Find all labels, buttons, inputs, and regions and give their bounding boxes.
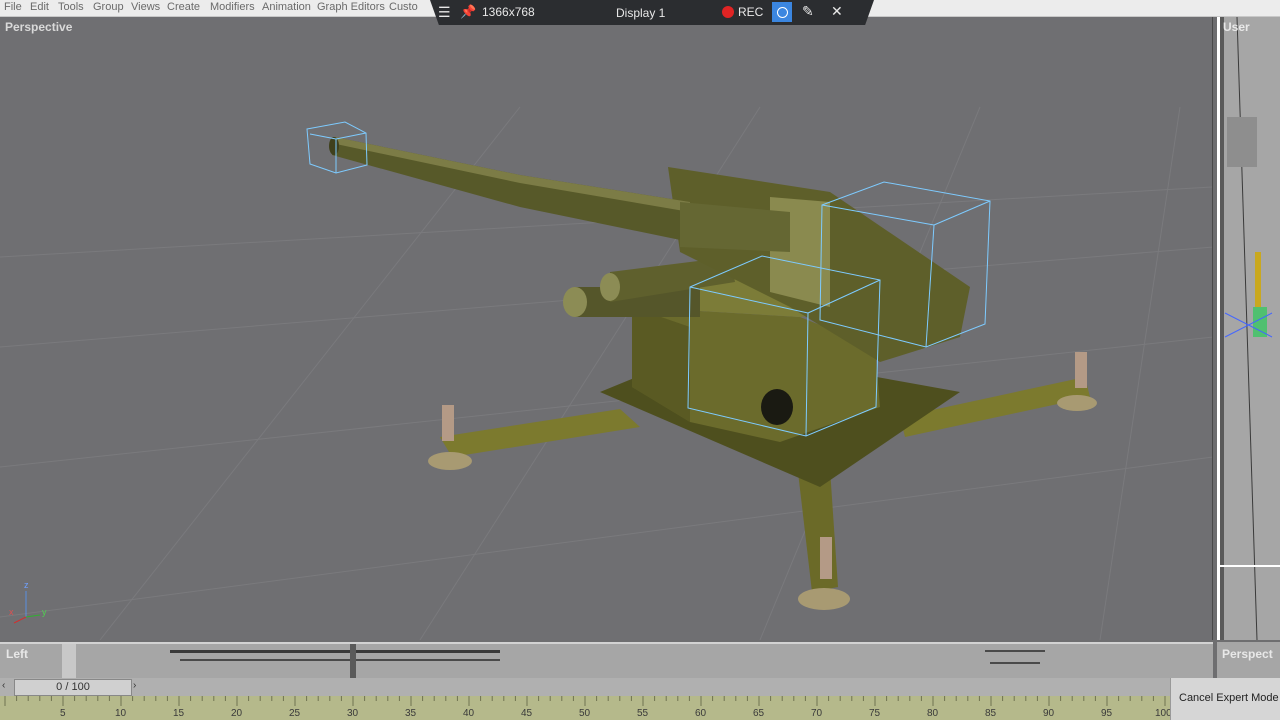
viewport-label-user[interactable]: User bbox=[1223, 20, 1250, 34]
tick-label: 55 bbox=[637, 708, 649, 719]
time-slider-thumb[interactable]: 0 / 100 bbox=[14, 679, 132, 696]
foot-right bbox=[1057, 395, 1097, 411]
tick-label: 40 bbox=[463, 708, 475, 719]
menu-customize[interactable]: Custo bbox=[389, 1, 418, 13]
gun-model bbox=[329, 137, 1097, 610]
axis-x-label: x bbox=[9, 607, 14, 617]
tick-label: 70 bbox=[811, 708, 823, 719]
tick-label: 65 bbox=[753, 708, 765, 719]
tick-label: 75 bbox=[869, 708, 881, 719]
pin-icon[interactable]: 📌 bbox=[460, 4, 476, 20]
muzzle bbox=[329, 137, 339, 155]
timeline-ruler[interactable]: 5 10 15 20 25 30 35 40 45 50 55 60 65 70… bbox=[0, 696, 1170, 720]
tick-label: 35 bbox=[405, 708, 417, 719]
perspective-viewport[interactable]: Perspective z x y bbox=[0, 17, 1213, 640]
viewport-label-perspective-small[interactable]: Perspect bbox=[1222, 647, 1273, 661]
tick-label: 20 bbox=[231, 708, 243, 719]
user-viewport[interactable]: User bbox=[1217, 17, 1280, 640]
record-button[interactable]: REC bbox=[738, 5, 763, 19]
tick-label: 50 bbox=[579, 708, 591, 719]
menu-tools[interactable]: Tools bbox=[58, 1, 84, 13]
hamburger-menu-icon[interactable]: ☰ bbox=[438, 4, 451, 21]
axis-z-label: z bbox=[24, 580, 29, 590]
tick-label: 60 bbox=[695, 708, 707, 719]
next-frame-icon[interactable]: › bbox=[133, 680, 143, 694]
axis-y-label: y bbox=[42, 607, 47, 617]
menu-edit[interactable]: Edit bbox=[30, 1, 49, 13]
menu-group[interactable]: Group bbox=[93, 1, 124, 13]
camera-toggle-icon[interactable] bbox=[772, 2, 792, 22]
pen-icon[interactable]: ✎ bbox=[802, 3, 814, 20]
cancel-expert-mode-label: Cancel Expert Mode bbox=[1179, 692, 1279, 704]
foot-right-post bbox=[1075, 352, 1087, 388]
user-viewport-scene bbox=[1217, 17, 1280, 640]
tick-label: 10 bbox=[115, 708, 127, 719]
time-slider-bar: ‹ 0 / 100 › bbox=[0, 678, 1170, 696]
foot-front-post bbox=[820, 537, 832, 579]
grid-lines bbox=[0, 106, 1212, 640]
record-dot-icon bbox=[722, 6, 734, 18]
viewport-label-perspective[interactable]: Perspective bbox=[5, 20, 72, 34]
axis-gizmo bbox=[13, 591, 41, 624]
tick-label: 30 bbox=[347, 708, 359, 719]
menu-animation[interactable]: Animation bbox=[262, 1, 311, 13]
tick-label: 15 bbox=[173, 708, 185, 719]
viewport-scene bbox=[0, 106, 1212, 640]
tick-label: 90 bbox=[1043, 708, 1055, 719]
resolution-label: 1366x768 bbox=[482, 5, 535, 19]
cancel-expert-mode-button[interactable]: Cancel Expert Mode bbox=[1170, 678, 1280, 720]
perspective-viewport-small[interactable]: Perspect bbox=[1217, 642, 1280, 678]
tick-label: 5 bbox=[60, 708, 66, 719]
foot-front bbox=[798, 588, 850, 610]
close-icon[interactable]: ✕ bbox=[831, 3, 843, 20]
foot-left bbox=[428, 452, 472, 470]
menu-file[interactable]: File bbox=[4, 1, 22, 13]
left-viewport-scene bbox=[0, 642, 1213, 678]
screen-recorder-toolbar: ☰ 📌 1366x768 Display 1 REC ✎ ✕ bbox=[430, 0, 874, 25]
display-selector[interactable]: Display 1 bbox=[616, 6, 665, 20]
menu-modifiers[interactable]: Modifiers bbox=[210, 1, 255, 13]
tick-label: 25 bbox=[289, 708, 301, 719]
viewport-label-left[interactable]: Left bbox=[6, 647, 28, 661]
menu-create[interactable]: Create bbox=[167, 1, 200, 13]
foot-left-post bbox=[442, 405, 454, 441]
tick-label: 45 bbox=[521, 708, 533, 719]
tick-label: 85 bbox=[985, 708, 997, 719]
left-viewport[interactable]: Left bbox=[0, 642, 1213, 678]
tick-label: 80 bbox=[927, 708, 939, 719]
carriage-port bbox=[761, 389, 793, 425]
tick-label: 100 bbox=[1155, 708, 1170, 719]
tick-label: 95 bbox=[1101, 708, 1113, 719]
previous-frame-icon[interactable]: ‹ bbox=[2, 680, 12, 694]
menu-graph-editors[interactable]: Graph Editors bbox=[317, 1, 385, 13]
menu-views[interactable]: Views bbox=[131, 1, 160, 13]
